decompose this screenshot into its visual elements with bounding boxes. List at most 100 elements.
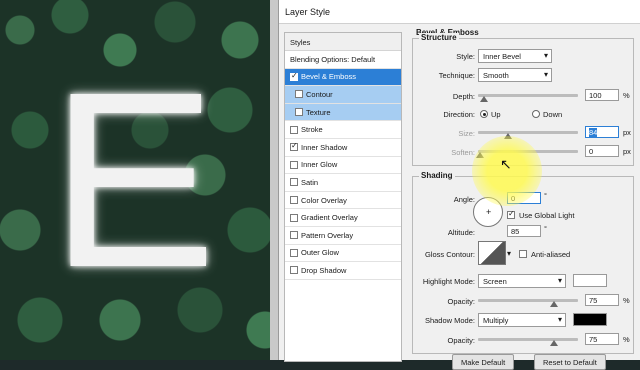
altitude-input[interactable]: 85 bbox=[507, 225, 541, 237]
style-item-checkbox[interactable] bbox=[290, 213, 298, 222]
shadow-opacity-input[interactable]: 75 bbox=[585, 333, 619, 345]
style-item-drop-shadow[interactable]: Drop Shadow bbox=[285, 262, 401, 280]
style-item-label: Texture bbox=[306, 107, 331, 117]
size-label: Size: bbox=[458, 129, 475, 138]
shadow-opacity-thumb[interactable] bbox=[550, 340, 558, 346]
highlight-opacity-label: Opacity: bbox=[447, 297, 475, 306]
depth-label: Depth: bbox=[452, 92, 475, 101]
style-item-blending-options-default[interactable]: Blending Options: Default bbox=[285, 51, 401, 69]
use-global-light-label: Use Global Light bbox=[519, 211, 575, 220]
size-unit: px bbox=[623, 128, 631, 137]
style-item-pattern-overlay[interactable]: Pattern Overlay bbox=[285, 227, 401, 245]
style-label: Style: bbox=[456, 52, 475, 61]
dialog-title: Layer Style bbox=[279, 0, 640, 24]
style-item-checkbox[interactable] bbox=[290, 196, 298, 205]
direction-down-radio[interactable] bbox=[532, 110, 540, 118]
size-input[interactable]: 84 bbox=[585, 126, 619, 138]
highlight-opacity-unit: % bbox=[623, 296, 630, 305]
style-item-checkbox[interactable] bbox=[290, 248, 298, 257]
layer-style-dialog: Layer Style Styles Blending Options: Def… bbox=[278, 0, 640, 370]
depth-slider-thumb[interactable] bbox=[480, 96, 488, 102]
highlight-opacity-thumb[interactable] bbox=[550, 301, 558, 307]
style-item-checkbox[interactable] bbox=[295, 108, 303, 117]
anti-aliased-checkbox[interactable] bbox=[519, 250, 527, 258]
structure-title: Structure bbox=[419, 33, 459, 42]
direction-label: Direction: bbox=[443, 110, 475, 119]
altitude-unit: ° bbox=[544, 224, 547, 233]
canvas-letter: E bbox=[50, 40, 217, 319]
style-item-stroke[interactable]: Stroke bbox=[285, 121, 401, 139]
highlight-opacity-input[interactable]: 75 bbox=[585, 294, 619, 306]
style-item-checkbox[interactable] bbox=[290, 231, 298, 240]
style-item-contour[interactable]: Contour bbox=[285, 86, 401, 104]
altitude-label: Altitude: bbox=[447, 228, 475, 237]
angle-input[interactable]: 0 bbox=[507, 192, 541, 204]
highlight-opacity-slider[interactable] bbox=[478, 299, 578, 307]
style-item-label: Outer Glow bbox=[301, 248, 339, 258]
style-item-checkbox[interactable] bbox=[290, 160, 298, 169]
technique-select[interactable]: Smooth bbox=[478, 68, 552, 82]
gloss-contour-picker[interactable] bbox=[478, 241, 506, 265]
style-item-checkbox[interactable] bbox=[290, 141, 298, 152]
highlight-color-swatch[interactable] bbox=[573, 274, 607, 287]
style-select[interactable]: Inner Bevel bbox=[478, 49, 552, 63]
style-item-label: Pattern Overlay bbox=[301, 230, 354, 240]
style-item-color-overlay[interactable]: Color Overlay bbox=[285, 192, 401, 210]
style-item-label: Contour bbox=[306, 89, 333, 99]
document-canvas: E bbox=[0, 0, 280, 360]
style-item-bevel-emboss[interactable]: Bevel & Emboss bbox=[285, 68, 401, 87]
style-item-satin[interactable]: Satin bbox=[285, 174, 401, 192]
style-item-checkbox[interactable] bbox=[290, 178, 298, 187]
soften-input[interactable]: 0 bbox=[585, 145, 619, 157]
gloss-contour-label: Gloss Contour: bbox=[424, 250, 475, 259]
style-item-inner-glow[interactable]: Inner Glow bbox=[285, 157, 401, 175]
style-item-checkbox[interactable] bbox=[295, 90, 303, 99]
soften-slider-thumb[interactable] bbox=[476, 152, 484, 158]
style-item-outer-glow[interactable]: Outer Glow bbox=[285, 245, 401, 263]
size-value: 84 bbox=[589, 128, 598, 137]
angle-dial[interactable]: + bbox=[473, 197, 503, 227]
anti-aliased-label: Anti-aliased bbox=[531, 250, 571, 259]
style-item-checkbox[interactable] bbox=[290, 71, 298, 81]
shadow-mode-select[interactable]: Multiply bbox=[478, 313, 566, 327]
style-item-checkbox[interactable] bbox=[290, 125, 298, 134]
soften-slider[interactable] bbox=[476, 150, 578, 158]
style-item-label: Gradient Overlay bbox=[301, 213, 358, 223]
depth-unit: % bbox=[623, 91, 630, 100]
style-item-label: Stroke bbox=[301, 125, 323, 135]
use-global-light-checkbox[interactable] bbox=[507, 209, 515, 219]
highlight-mode-select[interactable]: Screen bbox=[478, 274, 566, 288]
canvas-divider bbox=[270, 0, 278, 360]
shadow-color-swatch[interactable] bbox=[573, 313, 607, 326]
mouse-cursor-icon: ↖ bbox=[500, 156, 512, 172]
style-item-texture[interactable]: Texture bbox=[285, 103, 401, 122]
angle-crosshair-icon: + bbox=[486, 207, 492, 217]
shading-title: Shading bbox=[419, 171, 455, 180]
angle-unit: ° bbox=[544, 191, 547, 200]
styles-list: Styles Blending Options: Default Bevel & … bbox=[284, 32, 402, 362]
make-default-button[interactable]: Make Default bbox=[452, 354, 515, 370]
style-item-label: Blending Options: Default bbox=[290, 54, 376, 64]
styles-header[interactable]: Styles bbox=[285, 33, 401, 51]
depth-slider[interactable] bbox=[478, 94, 578, 102]
direction-up-radio[interactable] bbox=[480, 110, 488, 118]
style-item-gradient-overlay[interactable]: Gradient Overlay bbox=[285, 209, 401, 227]
style-item-label: Inner Shadow bbox=[301, 142, 348, 152]
style-item-checkbox[interactable] bbox=[290, 266, 298, 275]
shading-group: Shading Angle: + 0 ° Use Global Light Al… bbox=[412, 171, 634, 354]
size-slider[interactable] bbox=[478, 131, 578, 139]
shadow-opacity-label: Opacity: bbox=[447, 336, 475, 345]
style-item-label: Inner Glow bbox=[301, 160, 338, 170]
reset-default-button[interactable]: Reset to Default bbox=[534, 354, 606, 370]
structure-group: Structure Style: Inner Bevel Technique: … bbox=[412, 33, 634, 166]
style-item-inner-shadow[interactable]: Inner Shadow bbox=[285, 139, 401, 157]
highlight-mode-label: Highlight Mode: bbox=[422, 277, 475, 286]
direction-up-label: Up bbox=[491, 110, 501, 119]
shadow-opacity-slider[interactable] bbox=[478, 338, 578, 346]
direction-down-label: Down bbox=[543, 110, 563, 119]
style-item-label: Color Overlay bbox=[301, 195, 347, 205]
size-slider-thumb[interactable] bbox=[504, 133, 512, 139]
shadow-opacity-unit: % bbox=[623, 335, 630, 344]
gloss-contour-dropdown-icon[interactable]: ▾ bbox=[507, 249, 511, 258]
depth-input[interactable]: 100 bbox=[585, 89, 619, 101]
